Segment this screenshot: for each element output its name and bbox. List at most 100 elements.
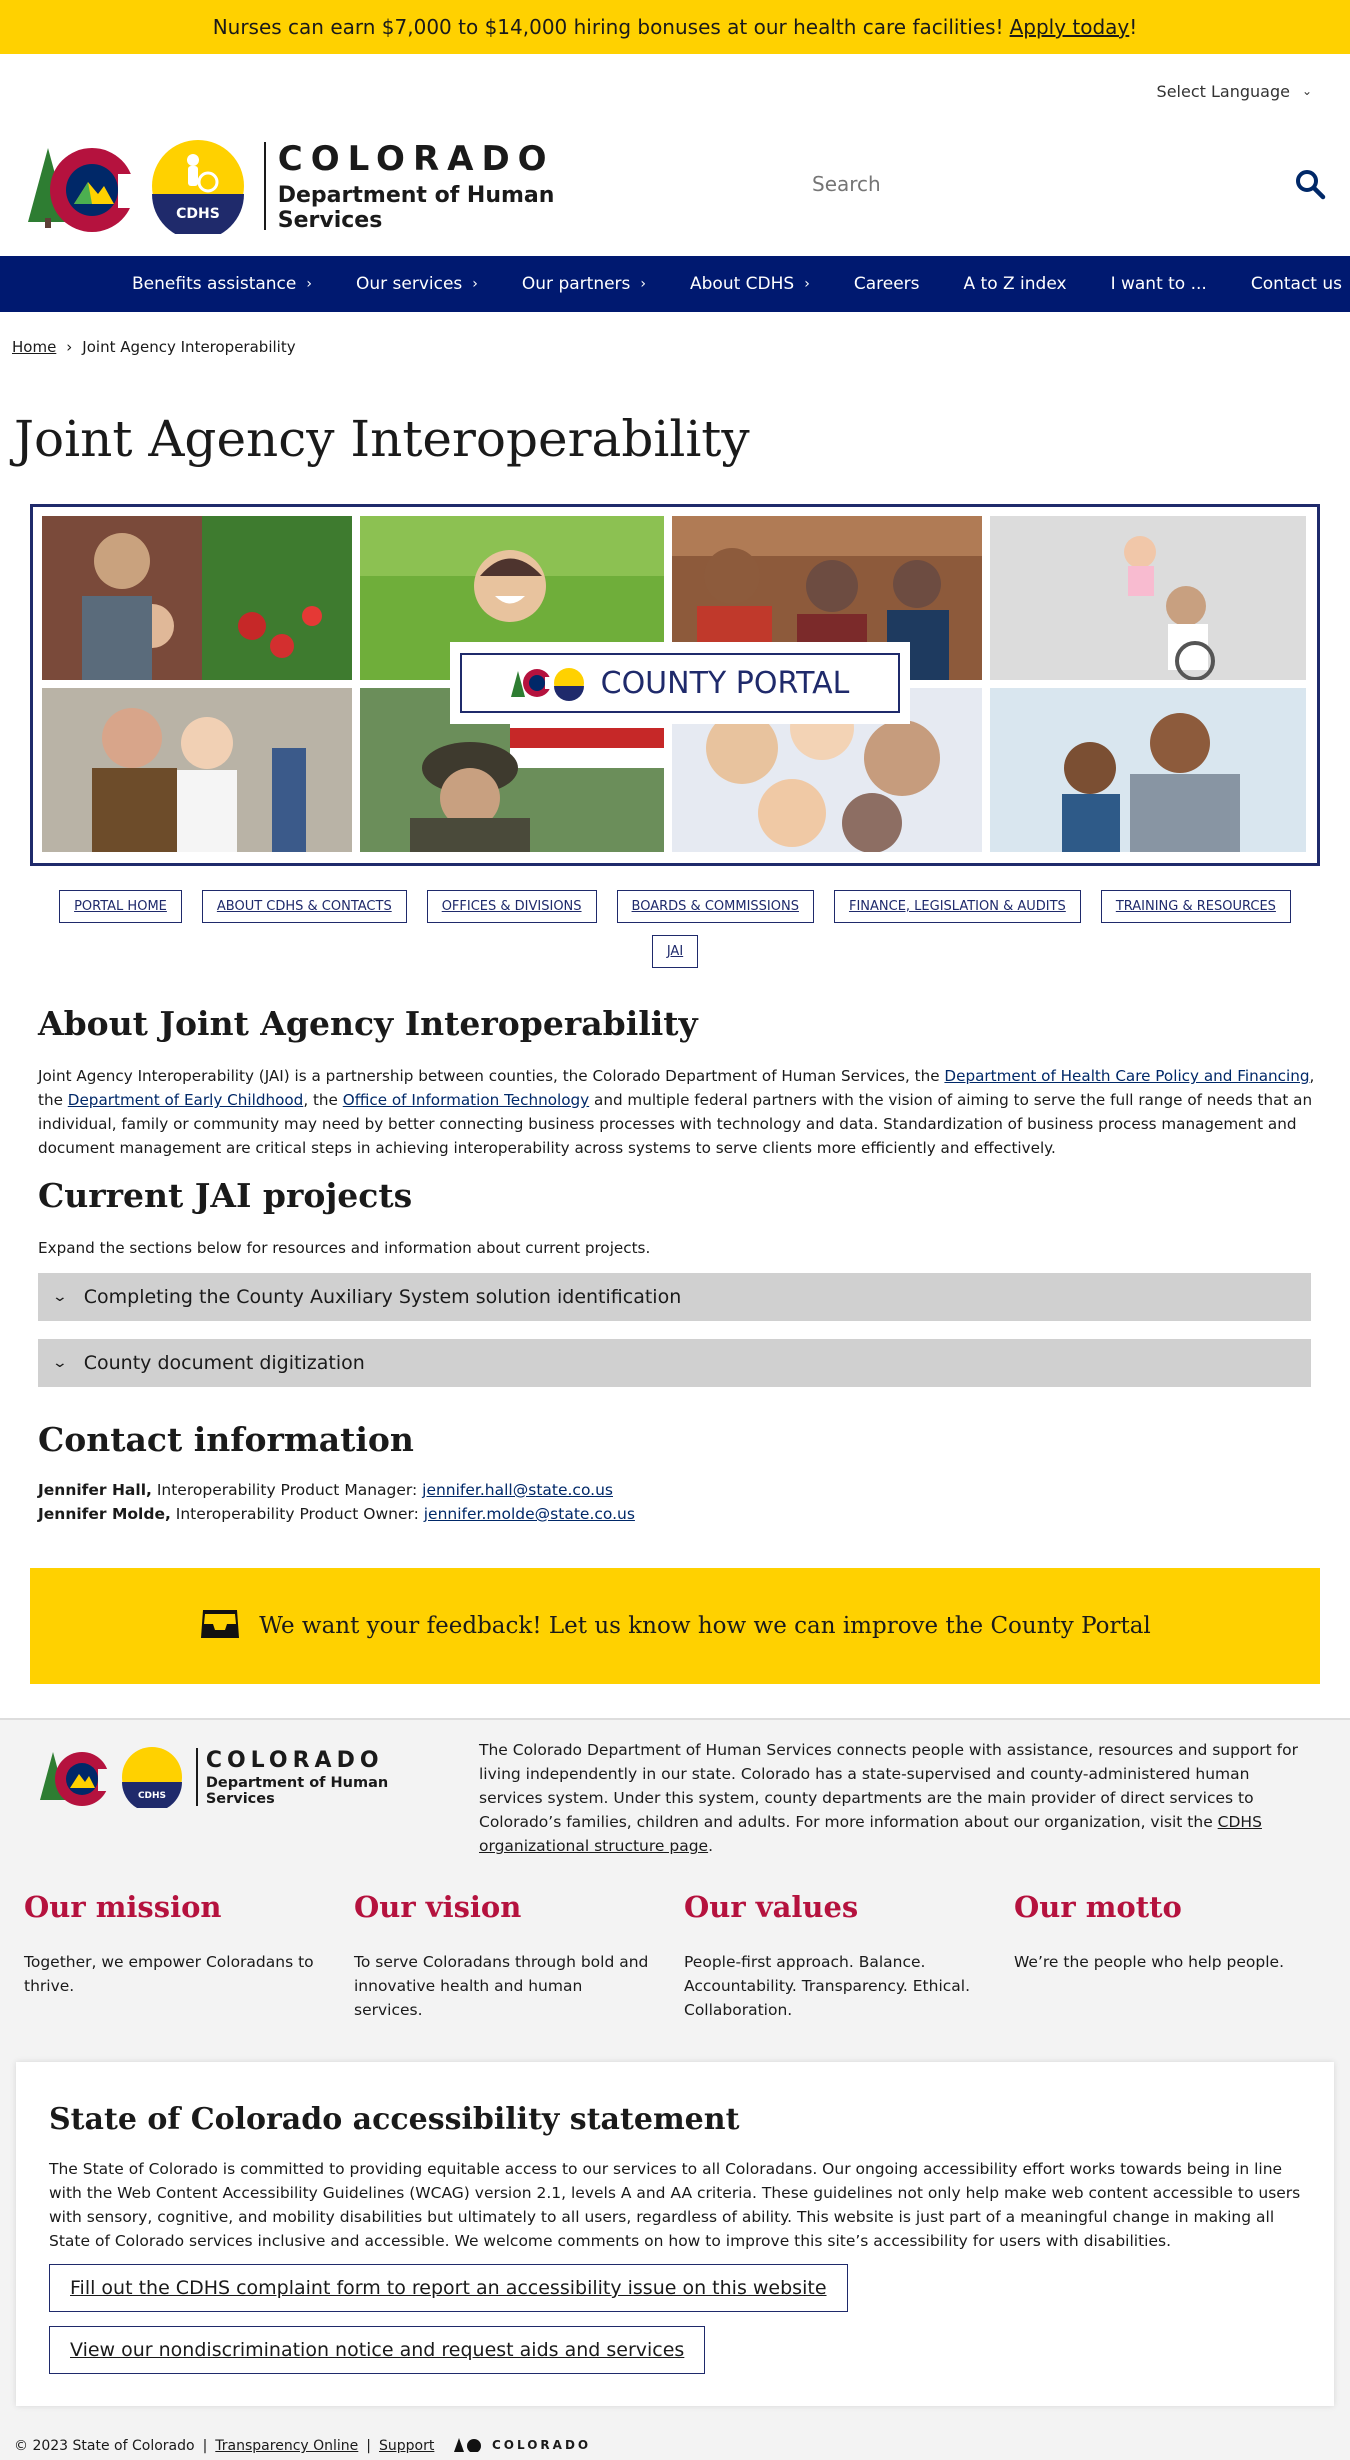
- footer-cdhs-logo[interactable]: CDHS COLORADO Department of Human Servic…: [40, 1746, 440, 1812]
- support-link[interactable]: Support: [379, 2438, 434, 2454]
- footer-department-name: Department of Human Services: [205, 1774, 389, 1807]
- chevron-down-icon: ⌄: [51, 1355, 69, 1371]
- nav-label: Contact us: [1250, 274, 1343, 294]
- main-navigation: Benefits assistance › Our services › Our p…: [0, 256, 1350, 312]
- accessibility-statement: State of Colorado accessibility statemen…: [16, 2062, 1334, 2406]
- copyright-text: © 2023 State of Colorado: [14, 2438, 195, 2454]
- footer-brand-name: COLORADO: [205, 1747, 384, 1773]
- about-heading: About Joint Agency Interoperability: [38, 1004, 698, 1043]
- subnav-boards-commissions[interactable]: BOARDS & COMMISSIONS: [616, 890, 814, 923]
- nav-label: Our services: [355, 274, 463, 294]
- pillar-vision: Our vision To serve Coloradans through b…: [354, 1890, 654, 2022]
- bottom-separator: |: [202, 2438, 208, 2454]
- pillar-title: Our motto: [1014, 1890, 1182, 1924]
- language-label: Select Language: [1156, 82, 1290, 101]
- pillar-mission: Our mission Together, we empower Colorad…: [24, 1890, 324, 1998]
- apply-today-link[interactable]: Apply today: [1010, 15, 1130, 39]
- subnav-portal-home[interactable]: PORTAL HOME: [59, 890, 182, 923]
- nav-label: Benefits assistance: [132, 274, 297, 294]
- county-portal-label: COUNTY PORTAL: [600, 665, 850, 701]
- pillar-values: Our values People-first approach. Balanc…: [684, 1890, 974, 2022]
- pillar-text: People-first approach. Balance. Accounta…: [684, 1953, 971, 2019]
- contact-email-link[interactable]: jennifer.molde@state.co.us: [424, 1505, 635, 1523]
- nav-item-careers[interactable]: Careers: [854, 274, 920, 294]
- colorado-logo-mark: CDHS: [40, 1746, 192, 1812]
- pillar-text: To serve Coloradans through bold and inn…: [354, 1953, 649, 2019]
- subnav-finance-legislation-audits[interactable]: FINANCE, LEGISLATION & AUDITS: [833, 890, 1081, 923]
- logo-divider: [264, 142, 266, 230]
- bottom-logo-text: COLORADO: [492, 2438, 592, 2452]
- brand-name: COLORADO: [277, 139, 555, 179]
- accessibility-complaint-button[interactable]: Fill out the CDHS complaint form to repo…: [49, 2264, 848, 2312]
- photo-grandfather-child: [42, 688, 352, 852]
- oit-link[interactable]: Office of Information Technology: [343, 1091, 589, 1109]
- chevron-right-icon: ›: [804, 276, 810, 292]
- contact-role: Interoperability Product Manager:: [151, 1481, 423, 1499]
- contact-role: Interoperability Product Owner:: [170, 1505, 424, 1523]
- footer-desc-end: .: [708, 1837, 714, 1855]
- nav-item-benefits-assistance[interactable]: Benefits assistance ›: [132, 274, 312, 294]
- contact-name: Jennifer Molde,: [38, 1505, 171, 1523]
- pillar-text: Together, we empower Coloradans to thriv…: [24, 1953, 314, 1995]
- accessibility-title: State of Colorado accessibility statemen…: [49, 2102, 740, 2137]
- about-text: Joint Agency Interoperability (JAI) is a…: [38, 1067, 945, 1085]
- nav-item-our-partners[interactable]: Our partners ›: [522, 274, 646, 294]
- nav-item-i-want-to[interactable]: I want to ...: [1111, 274, 1207, 294]
- nav-label: Our partners: [521, 274, 631, 294]
- subnav-training-resources[interactable]: TRAINING & RESOURCES: [1100, 890, 1291, 923]
- cdhs-logo[interactable]: CDHS COLORADO Department of Human Servic…: [28, 138, 618, 240]
- search-icon[interactable]: [1294, 168, 1326, 200]
- accordion-label: County document digitization: [83, 1352, 365, 1374]
- bottom-separator: |: [366, 2438, 372, 2454]
- accordion-county-auxiliary-system[interactable]: ⌄ Completing the County Auxiliary System…: [38, 1273, 1311, 1321]
- breadcrumb: Home › Joint Agency Interoperability: [12, 338, 296, 356]
- search-input[interactable]: [796, 172, 1294, 196]
- nav-label: Careers: [853, 274, 920, 294]
- bottom-colorado-logo[interactable]: COLORADO: [454, 2438, 591, 2452]
- subnav-jai[interactable]: JAI: [651, 935, 699, 968]
- nav-item-a-to-z-index[interactable]: A to Z index: [964, 274, 1067, 294]
- photo-father-son: [990, 688, 1306, 852]
- projects-heading: Current JAI projects: [38, 1176, 413, 1215]
- contact-email-link[interactable]: jennifer.hall@state.co.us: [422, 1481, 613, 1499]
- transparency-online-link[interactable]: Transparency Online: [215, 2438, 358, 2454]
- accordion-county-document-digitization[interactable]: ⌄ County document digitization: [38, 1339, 1311, 1387]
- subnav-offices-divisions[interactable]: OFFICES & DIVISIONS: [426, 890, 597, 923]
- contact-jennifer-hall: Jennifer Hall, Interoperability Product …: [38, 1481, 613, 1499]
- banner-suffix: !: [1129, 15, 1138, 39]
- nav-item-contact-us[interactable]: Contact us: [1251, 274, 1342, 294]
- nav-label: I want to ...: [1110, 274, 1207, 294]
- page-title: Joint Agency Interoperability: [14, 410, 750, 468]
- photo-woman-wheelchair-baby: [990, 516, 1306, 680]
- early-childhood-link[interactable]: Department of Early Childhood: [68, 1091, 304, 1109]
- accordion-label: Completing the County Auxiliary System s…: [83, 1286, 682, 1308]
- cdhs-badge-text: CDHS: [176, 206, 220, 222]
- chevron-right-icon: ›: [640, 276, 647, 292]
- nav-item-our-services[interactable]: Our services ›: [356, 274, 478, 294]
- nav-label: A to Z index: [963, 274, 1067, 294]
- projects-intro: Expand the sections below for resources …: [38, 1239, 651, 1257]
- hcpf-link[interactable]: Department of Health Care Policy and Fin…: [944, 1067, 1309, 1085]
- nondiscrimination-notice-button[interactable]: View our nondiscrimination notice and re…: [49, 2326, 706, 2374]
- breadcrumb-home-link[interactable]: Home: [12, 338, 56, 356]
- department-name: Department of Human Services: [277, 183, 555, 233]
- feedback-text: We want your feedback! Let us know how w…: [259, 1613, 1151, 1639]
- logo-divider: [196, 1748, 198, 1806]
- language-selector[interactable]: Select Language ⌄: [1157, 82, 1312, 101]
- chevron-right-icon: ›: [306, 276, 312, 292]
- nav-item-about-cdhs[interactable]: About CDHS ›: [690, 274, 810, 294]
- chevron-down-icon: ⌄: [1301, 83, 1312, 98]
- announcement-banner: Nurses can earn $7,000 to $14,000 hiring…: [0, 0, 1350, 54]
- footer-desc-text: The Colorado Department of Human Service…: [479, 1741, 1298, 1831]
- contact-name: Jennifer Hall,: [38, 1481, 152, 1499]
- about-text: , the: [303, 1091, 343, 1109]
- chevron-down-icon: ⌄: [51, 1289, 69, 1305]
- feedback-banner[interactable]: We want your feedback! Let us know how w…: [30, 1568, 1320, 1684]
- county-portal-badge: COUNTY PORTAL: [450, 642, 910, 724]
- inbox-icon: [199, 1606, 241, 1646]
- about-paragraph: Joint Agency Interoperability (JAI) is a…: [38, 1064, 1318, 1160]
- pillar-title: Our values: [684, 1890, 859, 1924]
- subnav-about-cdhs-contacts[interactable]: ABOUT CDHS & CONTACTS: [201, 890, 407, 923]
- banner-text: Nurses can earn $7,000 to $14,000 hiring…: [212, 15, 1004, 39]
- site-search: [796, 160, 1326, 208]
